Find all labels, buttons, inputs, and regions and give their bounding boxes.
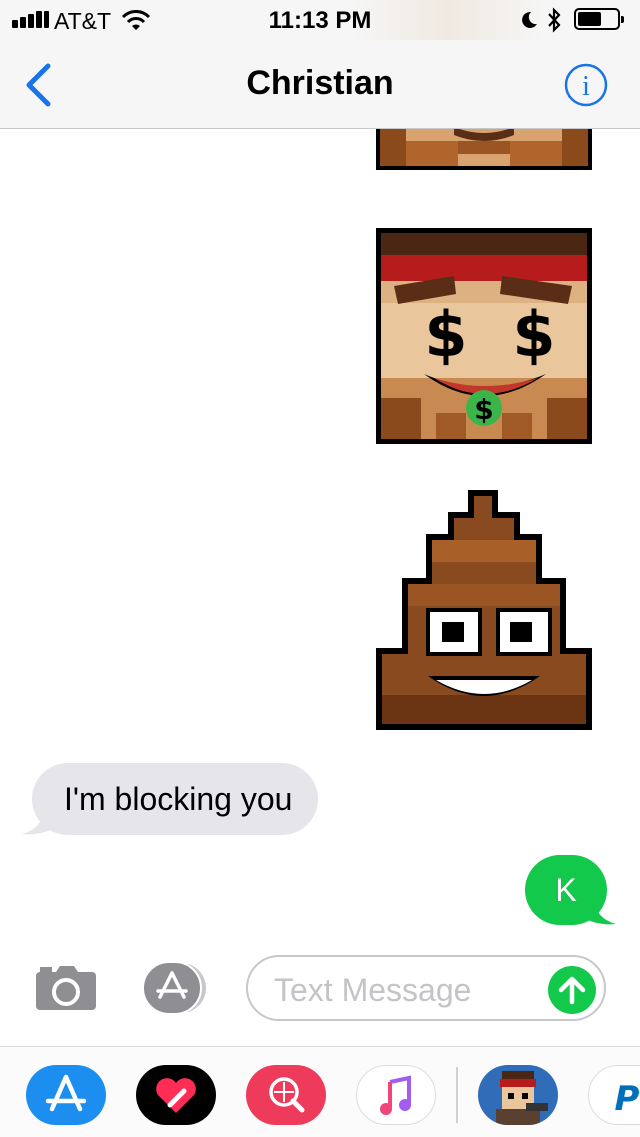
- message-input[interactable]: [272, 967, 536, 1013]
- clock: 11:13 PM: [268, 7, 372, 34]
- info-icon[interactable]: i: [564, 63, 608, 107]
- pixel-face-sticker[interactable]: [376, 119, 592, 170]
- bluetooth-icon: [548, 7, 561, 33]
- message-text-field[interactable]: [246, 955, 606, 1021]
- music-icon[interactable]: [356, 1065, 436, 1125]
- svg-text:P: P: [615, 1079, 640, 1119]
- svg-text:$: $: [474, 393, 493, 426]
- sent-bubble-tail: [580, 896, 616, 925]
- conversation-header: Christian i: [0, 40, 640, 129]
- send-button[interactable]: [548, 966, 596, 1014]
- pixel-money-face-sticker[interactable]: $ $ $: [376, 228, 592, 444]
- app-drawer: P: [0, 1046, 640, 1137]
- app-store-icon[interactable]: [26, 1065, 106, 1125]
- received-message-bubble[interactable]: I'm blocking you: [32, 763, 319, 835]
- svg-text:$: $: [424, 298, 467, 371]
- drawer-divider: [456, 1067, 458, 1123]
- status-bar: AT&T 11:13 PM: [0, 0, 640, 40]
- paypal-icon[interactable]: P: [588, 1065, 640, 1125]
- images-search-icon[interactable]: [246, 1065, 326, 1125]
- moon-icon: [522, 11, 537, 28]
- svg-text:$: $: [512, 298, 555, 371]
- received-bubble-tail: [22, 806, 58, 835]
- camera-icon[interactable]: [34, 964, 98, 1012]
- send-arrow-icon: [558, 976, 586, 1005]
- app-store-icon[interactable]: [140, 961, 210, 1015]
- game-sticker-icon[interactable]: [478, 1065, 558, 1125]
- svg-text:i: i: [582, 71, 590, 102]
- battery-icon: [574, 8, 624, 30]
- pixel-poop-sticker[interactable]: [376, 490, 592, 730]
- contact-name[interactable]: Christian: [0, 64, 640, 103]
- digital-touch-heart-icon[interactable]: [136, 1065, 216, 1125]
